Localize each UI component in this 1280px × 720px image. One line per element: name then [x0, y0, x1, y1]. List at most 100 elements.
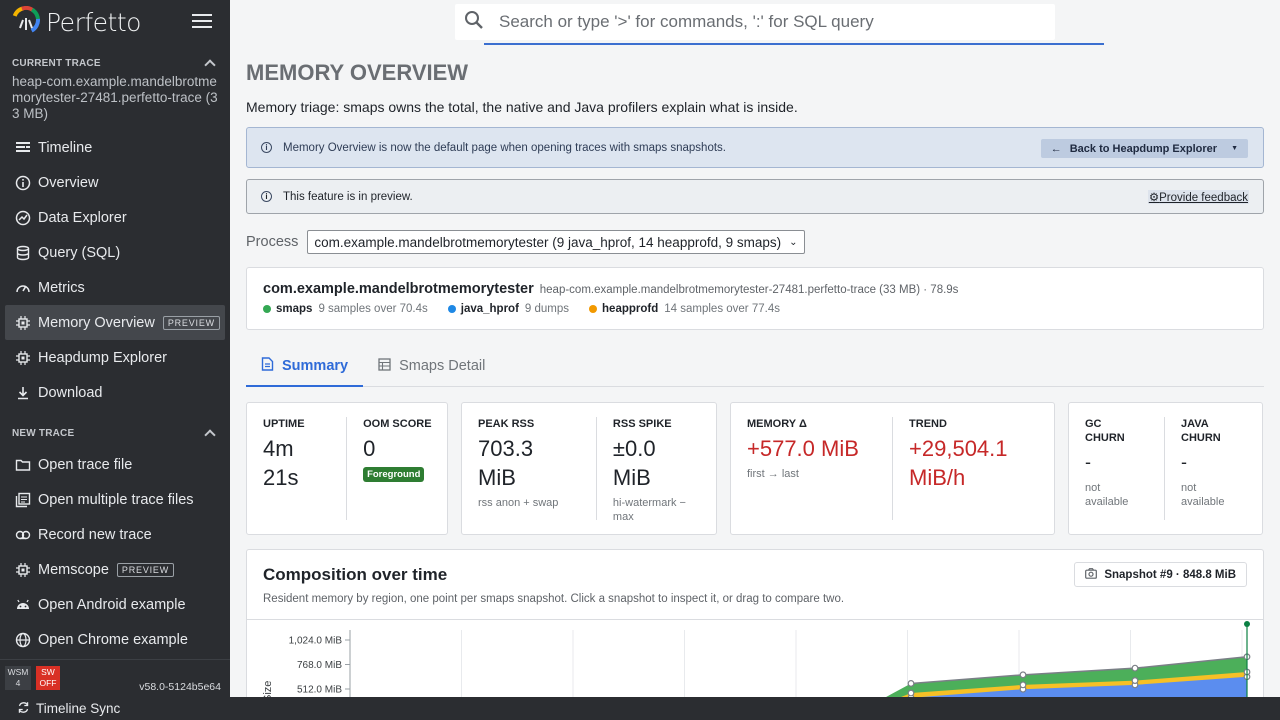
stat-sub: rss anon + swap	[478, 497, 559, 509]
version-label[interactable]: v58.0-5124b5e64	[139, 681, 221, 693]
preview-banner-text: This feature is in preview.	[283, 190, 413, 203]
chevron-up-icon	[204, 429, 216, 441]
stat-label: JAVA CHURN	[1181, 418, 1221, 444]
composition-title: Composition over time	[263, 565, 448, 584]
sidebar-item-open-android-example[interactable]: Open Android example	[0, 587, 230, 622]
folder-icon	[14, 456, 32, 474]
sidebar-item-memory-overview[interactable]: Memory Overview PREVIEW	[5, 305, 225, 340]
android-icon	[14, 596, 32, 614]
table-icon	[378, 357, 399, 375]
tab-smaps-detail[interactable]: Smaps Detail	[363, 346, 500, 386]
feedback-label: Provide feedback	[1159, 192, 1248, 204]
sidebar-item-overview[interactable]: Overview	[0, 165, 230, 200]
y-tick-label: 768.0 MiB	[297, 660, 342, 671]
sync-icon	[17, 701, 36, 717]
caret-down-icon[interactable]: ▼	[1231, 145, 1238, 152]
stat-sub: not available	[1181, 482, 1225, 508]
sidebar-item-label: Record new trace	[38, 526, 152, 543]
memory-chip-icon	[14, 561, 32, 579]
tab-bar: Summary Smaps Detail	[246, 346, 1264, 387]
legend-dot	[263, 305, 271, 313]
stat-label: RSS SPIKE	[612, 418, 672, 430]
source-detail: 9 samples over 70.4s	[318, 303, 428, 315]
sidebar-item-query-sql[interactable]: Query (SQL)	[0, 235, 230, 270]
preview-badge: PREVIEW	[162, 315, 220, 330]
sidebar-item-label: Metrics	[38, 279, 85, 296]
sw-value: OFF	[39, 678, 57, 688]
sidebar-item-timeline[interactable]: Timeline	[0, 130, 230, 165]
source-detail: 9 dumps	[524, 303, 570, 315]
sidebar-item-label: Query (SQL)	[38, 244, 121, 261]
snapshot-button[interactable]: Snapshot #9 · 848.8 MiB	[1074, 562, 1247, 587]
info-icon: i	[261, 142, 272, 153]
process-label: Process	[246, 234, 299, 250]
omnibox	[455, 4, 1055, 40]
tab-summary[interactable]: Summary	[246, 346, 364, 387]
page-subtitle: Memory triage: smaps owns the total, the…	[246, 99, 798, 115]
selected-snapshot-dot	[1244, 621, 1250, 627]
data-point	[907, 689, 915, 697]
source-name: smaps	[276, 303, 313, 315]
source-name: java_hprof	[460, 303, 519, 315]
speed-icon	[14, 279, 32, 297]
wsm-indicator[interactable]: WSM 4	[5, 666, 31, 690]
source-heapprofd: heapprofd 14 samples over 77.4s	[589, 303, 780, 315]
chevron-up-icon	[204, 59, 216, 71]
stat-card-churn: GC CHURN - not available JAVA CHURN - no…	[1068, 402, 1263, 535]
sidebar-item-download[interactable]: Download	[0, 375, 230, 410]
new-trace-header-label: NEW TRACE	[12, 427, 75, 439]
page-title: MEMORY OVERVIEW	[246, 60, 469, 85]
sidebar: Perfetto CURRENT TRACE heap-com.example.…	[0, 0, 230, 697]
status-bar: Timeline Sync	[0, 697, 1280, 720]
sidebar-item-data-explorer[interactable]: Data Explorer	[0, 200, 230, 235]
sidebar-item-heapdump-explorer[interactable]: Heapdump Explorer	[0, 340, 230, 375]
legend-dot	[447, 305, 456, 313]
stat-label: OOM SCORE	[363, 418, 432, 430]
topbar	[230, 0, 1280, 45]
data-point	[1131, 677, 1139, 684]
y-tick-label: 1,024.0 MiB	[289, 636, 343, 647]
stat-label: UPTIME	[263, 418, 305, 430]
sidebar-item-open-trace-file[interactable]: Open trace file	[0, 447, 230, 482]
process-select[interactable]: com.example.mandelbrotmemorytester (9 ja…	[307, 230, 805, 254]
sidebar-item-label: Data Explorer	[38, 209, 127, 226]
stat-value: -	[1085, 452, 1091, 472]
menu-icon[interactable]	[192, 14, 212, 30]
composition-chart[interactable]: 1,024.0 MiB 768.0 MiB 512.0 MiB Size	[247, 619, 1263, 697]
new-trace-nav: Open trace file Open multiple trace file…	[0, 447, 230, 657]
snapshot-label: Snapshot #9 · 848.8 MiB	[1104, 568, 1236, 581]
sidebar-item-memscope[interactable]: Memscope PREVIEW	[0, 552, 230, 587]
sidebar-item-label: Memory Overview	[38, 314, 155, 331]
bug-icon: ⚙	[1148, 192, 1160, 204]
sidebar-item-label: Open Android example	[38, 596, 186, 613]
sidebar-item-open-chrome-example[interactable]: Open Chrome example	[0, 622, 230, 657]
provide-feedback-link[interactable]: ⚙Provide feedback	[1147, 190, 1249, 204]
stat-value: 703.3 MiB	[478, 436, 534, 490]
stat-label: TREND	[909, 418, 947, 430]
composition-card: Composition over time Resident memory by…	[246, 549, 1264, 697]
preview-banner: i This feature is in preview. ⚙Provide f…	[246, 179, 1264, 214]
main-content: MEMORY OVERVIEW Memory triage: smaps own…	[230, 44, 1280, 697]
search-input[interactable]	[499, 12, 1055, 32]
source-smaps: smaps 9 samples over 70.4s	[263, 303, 428, 315]
sidebar-item-open-multiple-trace-files[interactable]: Open multiple trace files	[0, 482, 230, 517]
current-trace-header[interactable]: CURRENT TRACE	[0, 53, 230, 73]
sidebar-item-label: Memscope	[38, 561, 109, 578]
data-point	[1019, 671, 1027, 679]
sidebar-item-label: Open Chrome example	[38, 631, 188, 648]
sidebar-item-metrics[interactable]: Metrics	[0, 270, 230, 305]
sidebar-item-label: Heapdump Explorer	[38, 349, 167, 366]
new-trace-header[interactable]: NEW TRACE	[0, 423, 230, 443]
timeline-sync-button[interactable]: Timeline Sync	[36, 701, 120, 716]
info-banner-text: Memory Overview is now the default page …	[283, 141, 726, 154]
back-to-heapdump-button[interactable]: ← Back to Heapdump Explorer ▼	[1040, 139, 1248, 158]
trace-name: heap-com.example.mandelbrotmemorytester-…	[12, 74, 218, 121]
stat-sub: hi-watermark − max	[612, 497, 686, 523]
chevron-down-icon: ⌄	[789, 236, 798, 248]
composition-chart-svg[interactable]: 1,024.0 MiB 768.0 MiB 512.0 MiB Size	[247, 620, 1263, 697]
stat-label: PEAK RSS	[478, 418, 535, 430]
stat-card-memory: MEMORY Δ +577.0 MiB first → last TREND +…	[730, 402, 1055, 535]
sidebar-item-record-new-trace[interactable]: Record new trace	[0, 517, 230, 552]
sw-label: SW	[41, 667, 55, 677]
service-worker-indicator[interactable]: SW OFF	[36, 666, 60, 690]
